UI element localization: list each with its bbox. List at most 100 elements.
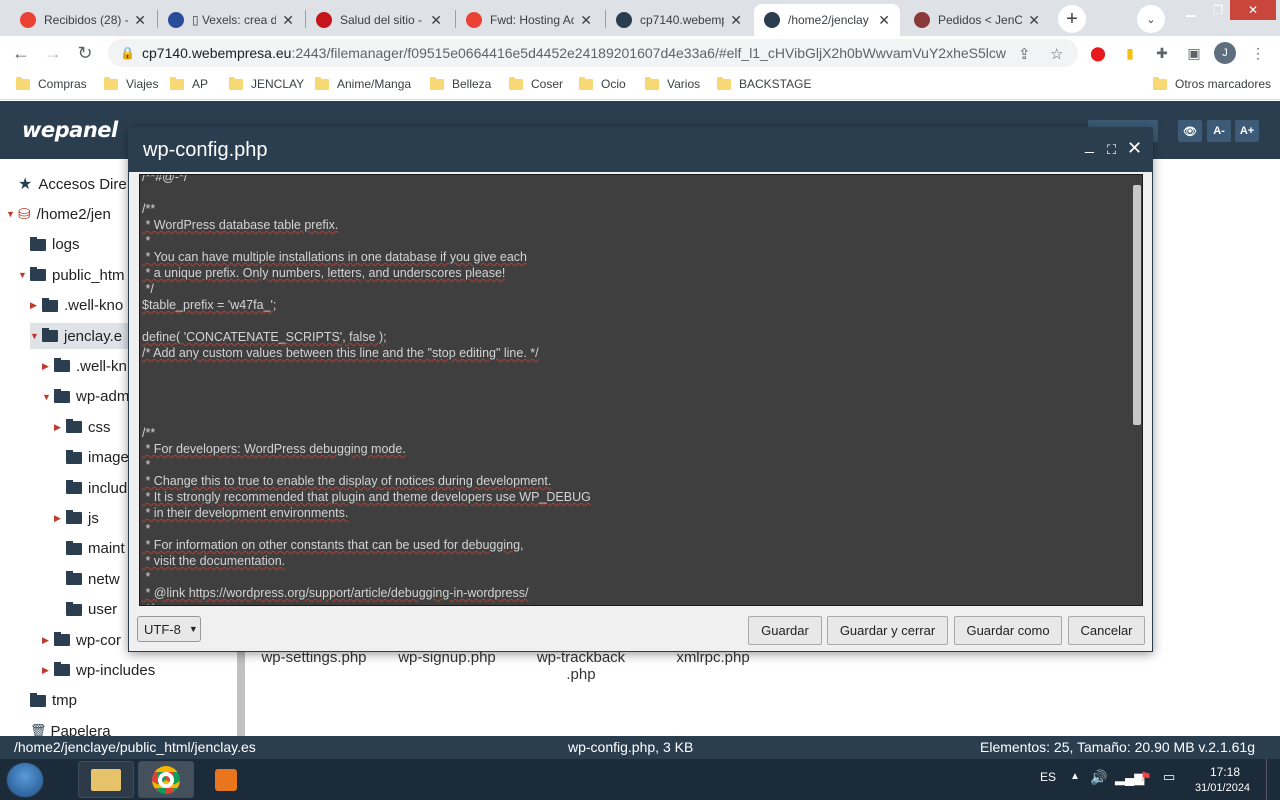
bookmark-folder[interactable]: JENCLAY [229,76,304,91]
tree-node[interactable]: image [54,445,137,471]
minimize-window-button[interactable]: ▁ [1176,0,1206,20]
bookmark-folder[interactable]: BACKSTAGE [717,76,811,91]
start-button[interactable] [6,762,44,798]
bookmark-folder[interactable]: Anime/Manga [315,76,411,91]
tree-node[interactable]: ▼ ⛁ /home2/jen [6,201,119,227]
bookmark-folder[interactable]: Varios [645,76,700,91]
save-button[interactable]: Guardar [748,616,822,645]
dialog-fullscreen-icon[interactable]: ⛶ [1107,142,1116,158]
bookmark-folder[interactable]: Viajes [104,76,158,91]
browser-tab[interactable]: Pedidos < JenCl ✕ [904,4,1050,36]
action-center-icon[interactable]: ⚑ [1140,769,1152,785]
reload-button[interactable]: ↻ [72,40,98,66]
side-panel-icon[interactable]: ▣ [1184,43,1204,63]
tree-node[interactable]: ▶ wp-includes [42,657,163,683]
tab-close-icon[interactable]: ✕ [730,12,742,29]
clock-date[interactable]: 31/01/2024 [1195,782,1250,794]
back-button[interactable]: ← [8,40,34,66]
browser-tab[interactable]: Recibidos (28) - ✕ [10,4,156,36]
opera-extension-icon[interactable]: ⬤ [1088,43,1108,63]
tab-search-button[interactable]: ⌄ [1137,5,1165,33]
tab-close-icon[interactable]: ✕ [878,12,890,29]
expand-arrow-icon[interactable]: ▶ [54,422,66,433]
expand-arrow-icon[interactable]: ▶ [42,361,54,372]
tree-node[interactable]: 🗑 Papelera [18,718,119,736]
browser-tab[interactable]: ▯ Vexels: crea d ✕ [158,4,304,36]
share-icon[interactable]: ⇪ [1018,45,1031,63]
profile-avatar[interactable]: J [1214,42,1236,64]
browser-tab[interactable]: /home2/jenclay ✕ [754,4,900,36]
bookmark-folder[interactable]: Ocio [579,76,626,91]
browser-menu-icon[interactable]: ⋮ [1248,43,1268,63]
expand-arrow-icon[interactable]: ▼ [30,331,42,341]
encoding-select[interactable]: UTF-8 ▼ [137,616,201,642]
tab-close-icon[interactable]: ✕ [134,12,146,29]
tree-node[interactable]: ▶ wp-cor [42,627,129,653]
bookmark-folder[interactable]: AP [170,76,208,91]
forward-button[interactable]: → [40,40,66,66]
expand-arrow-icon[interactable]: ▶ [54,513,66,524]
tree-node[interactable]: user [54,597,125,623]
tree-node[interactable]: netw [54,566,128,592]
tree-node[interactable]: ▶ .well-kn [42,353,135,379]
tree-node[interactable]: ▶ .well-kno [30,293,131,319]
expand-arrow-icon[interactable]: ▼ [42,392,54,402]
save-as-button[interactable]: Guardar como [954,616,1062,645]
code-editor[interactable]: /**#@-*/ /** * WordPress database table p… [139,174,1143,606]
tab-close-icon[interactable]: ✕ [282,12,294,29]
tray-expand-icon[interactable]: ▲ [1070,771,1080,782]
tab-close-icon[interactable]: ✕ [1028,12,1040,29]
tree-node[interactable]: ★ Accesos Dire [6,171,135,197]
tree-node[interactable]: maint [54,536,133,562]
bookmark-folder[interactable]: Belleza [430,76,491,91]
extensions-puzzle-icon[interactable]: ✚ [1152,43,1172,63]
tree-node[interactable]: includ [54,475,135,501]
dialog-close-icon[interactable]: ✕ [1127,138,1142,159]
expand-arrow-icon[interactable]: ▶ [30,300,42,311]
restore-window-button[interactable]: ❐ [1206,0,1230,20]
tab-close-icon[interactable]: ✕ [580,12,592,29]
bookmark-folder[interactable]: Coser [509,76,563,91]
close-window-button[interactable]: ✕ [1230,0,1276,20]
tag-extension-icon[interactable]: ▮ [1120,43,1140,63]
tab-close-icon[interactable]: ✕ [430,12,442,29]
editor-scrollbar-thumb[interactable] [1133,185,1141,425]
tree-node[interactable]: ▼ jenclay.e [30,323,131,349]
tree-node[interactable]: ▼ public_htm [18,262,133,288]
clock-time[interactable]: 17:18 [1210,765,1240,779]
file-explorer-taskbar-icon[interactable] [78,761,134,798]
tree-node[interactable]: ▶ css [54,414,119,440]
tree-node[interactable]: logs [18,232,88,258]
browser-tab[interactable]: Salud del sitio - ✕ [306,4,452,36]
cancel-button[interactable]: Cancelar [1068,616,1145,645]
code-text[interactable]: /**#@-*/ /** * WordPress database table p… [142,175,591,605]
other-bookmarks[interactable]: Otros marcadores [1153,76,1271,91]
eye-icon[interactable]: 👁 [1178,120,1202,142]
dialog-minimize-icon[interactable]: _ [1085,137,1094,155]
save-and-close-button[interactable]: Guardar y cerrar [827,616,948,645]
tree-node[interactable]: tmp [18,688,85,714]
battery-icon[interactable]: ▭ [1163,769,1175,785]
browser-tab[interactable]: Fwd: Hosting Ac ✕ [456,4,602,36]
media-player-taskbar-icon[interactable] [198,761,254,798]
browser-tab[interactable]: cp7140.webemp ✕ [606,4,752,36]
file-item[interactable]: wp-trackback .php [521,649,641,683]
dialog-titlebar[interactable]: wp-config.php _ ⛶ ✕ [129,128,1152,172]
expand-arrow-icon[interactable]: ▶ [42,635,54,646]
new-tab-button[interactable]: + [1058,5,1086,33]
expand-arrow-icon[interactable]: ▼ [6,209,18,219]
font-decrease-button[interactable]: A- [1207,120,1231,142]
volume-icon[interactable]: 🔊 [1090,769,1107,786]
sidebar-scrollbar[interactable] [237,646,245,736]
address-bar[interactable]: 🔒 cp7140.webempresa.eu:2443/filemanager/… [108,39,1078,67]
bookmark-star-icon[interactable]: ☆ [1050,45,1063,63]
tree-node[interactable]: ▶ js [54,505,107,531]
chrome-taskbar-icon[interactable] [138,761,194,798]
editor-scrollbar[interactable] [1133,185,1141,590]
show-desktop-button[interactable] [1266,759,1280,800]
language-indicator[interactable]: ES [1040,770,1056,784]
expand-arrow-icon[interactable]: ▶ [42,665,54,676]
bookmark-folder[interactable]: Compras [16,76,87,91]
expand-arrow-icon[interactable]: ▼ [18,270,30,280]
tree-node[interactable]: ▼ wp-adm [42,384,137,410]
